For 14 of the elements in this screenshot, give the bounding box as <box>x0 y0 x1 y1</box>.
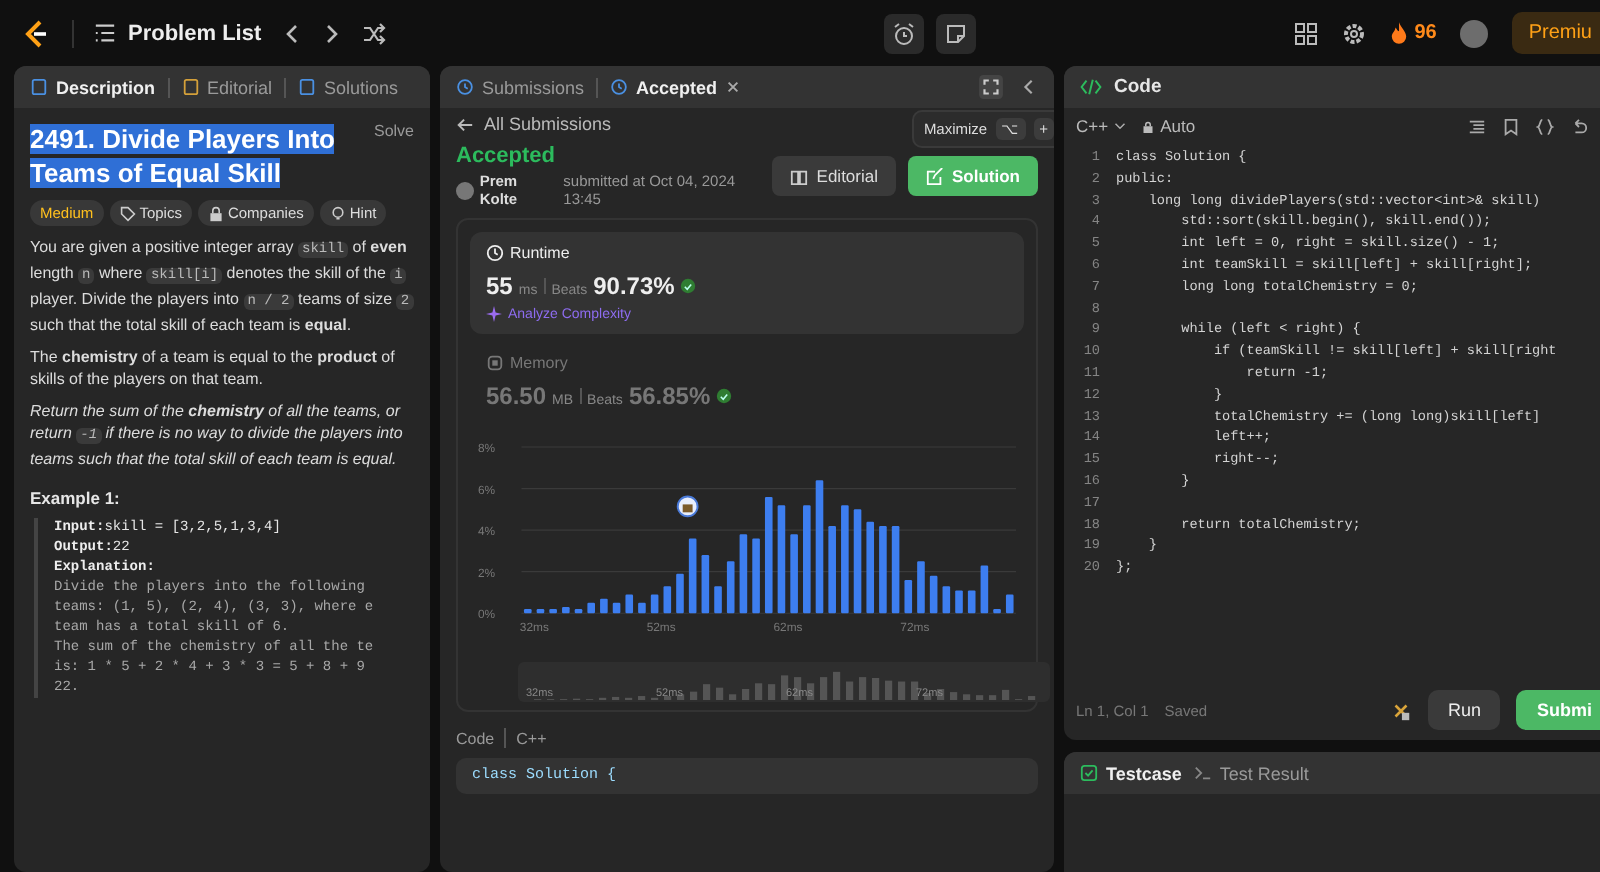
beats-percentage: 56.85% <box>628 382 711 410</box>
description-paragraph: The chemistry of a team is equal to the product of skills of the players on that team. <box>30 346 397 390</box>
metric-value: 56.50 <box>486 382 547 410</box>
example-heading: Example 1: <box>30 488 122 508</box>
submission-status: Accepted <box>456 144 558 168</box>
language-label: C++ <box>516 729 547 747</box>
metric-label: Runtime <box>510 244 570 262</box>
code-label: Code <box>456 729 495 747</box>
metric-value: 55 <box>486 272 513 300</box>
solved-status: Solve <box>373 122 414 140</box>
metric-label: Memory <box>510 354 568 372</box>
panel-title: Code <box>1114 76 1162 98</box>
beats-percentage: 90.73% <box>593 272 675 300</box>
problem-title: 2491. Divide Players Into Teams of Equal Skill <box>30 122 337 190</box>
